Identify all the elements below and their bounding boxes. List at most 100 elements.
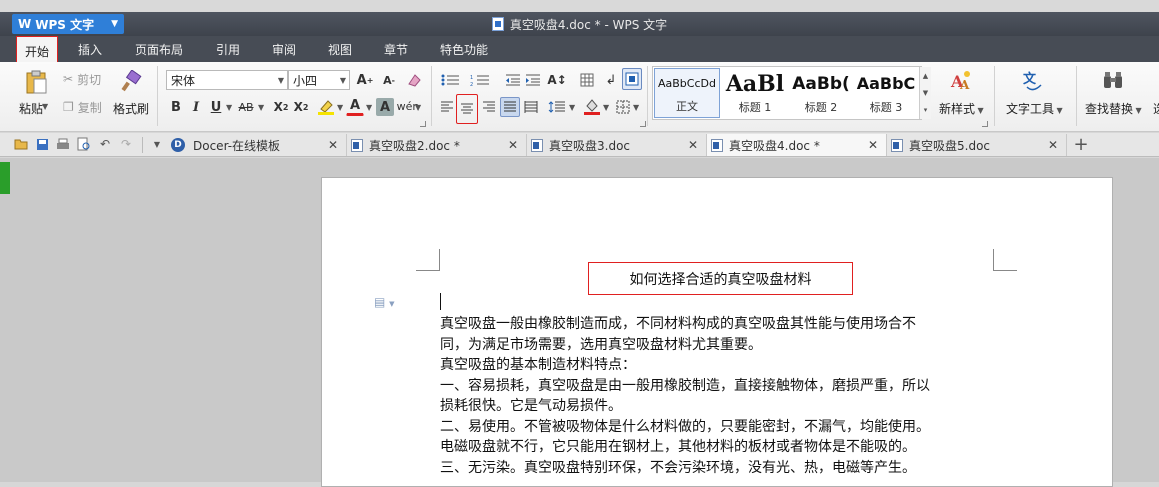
scissors-icon: ✂ xyxy=(63,72,74,86)
paragraph-dialog-launcher[interactable] xyxy=(640,121,646,127)
menu-review[interactable]: 审阅 xyxy=(272,36,296,62)
menu-special[interactable]: 特色功能 xyxy=(440,36,488,62)
chevron-down-icon[interactable]: ▼ xyxy=(633,103,639,112)
chevron-down-icon[interactable]: ▼ xyxy=(569,103,575,112)
paragraph-layout-icon[interactable]: ▤ ▼ xyxy=(374,295,395,309)
underline-icon[interactable]: U xyxy=(208,98,224,116)
paragraph-mark-icon[interactable]: ↲ xyxy=(602,70,620,90)
table-icon[interactable] xyxy=(578,70,596,90)
format-painter-button[interactable] xyxy=(118,68,144,94)
bullet-list-icon[interactable] xyxy=(438,70,462,90)
menu-view[interactable]: 视图 xyxy=(328,36,352,62)
cut-button[interactable]: ✂ 剪切 xyxy=(62,70,102,88)
clipboard-icon xyxy=(26,70,47,94)
font-dialog-launcher[interactable] xyxy=(420,121,426,127)
chevron-down-icon[interactable]: ▼ xyxy=(603,103,609,112)
print-preview-icon[interactable] xyxy=(77,137,91,151)
document-body[interactable]: 真空吸盘一般由橡胶制造而成，不同材料构成的真空吸盘其性能与使用场合不 同，为满足… xyxy=(440,314,1000,478)
highlight-icon[interactable] xyxy=(316,98,336,116)
text-tools-button[interactable]: 文字工具 ▼ xyxy=(1006,100,1063,117)
undo-icon[interactable]: ↶ xyxy=(98,137,112,151)
style-name: 标题 2 xyxy=(804,101,838,114)
subscript-icon[interactable]: X2 xyxy=(292,98,310,116)
chevron-down-icon[interactable]: ▼ xyxy=(150,137,164,151)
chevron-down-icon[interactable]: ▼ xyxy=(337,103,343,112)
select-button[interactable]: 选 xyxy=(1153,100,1159,117)
style-normal[interactable]: AaBbCcDd 正文 xyxy=(654,68,720,118)
tab-label: Docer-在线模板 xyxy=(193,138,281,153)
text-direction-icon[interactable]: A↕ xyxy=(546,70,568,90)
margin-corner-left xyxy=(416,249,440,271)
font-name-select[interactable]: 宋体 ▼ xyxy=(166,70,288,90)
new-style-icon[interactable]: AA xyxy=(948,68,974,94)
italic-icon[interactable]: I xyxy=(188,98,204,116)
tab-label: 真空吸盘3.doc xyxy=(549,138,631,153)
document-title[interactable]: 如何选择合适的真空吸盘材料 xyxy=(588,262,853,295)
tab-doc5[interactable]: 真空吸盘5.doc ✕ xyxy=(887,134,1067,156)
open-folder-icon[interactable] xyxy=(14,137,28,151)
chevron-down-icon[interactable]: ▼ xyxy=(415,103,421,112)
print-icon[interactable] xyxy=(56,137,70,151)
bold-icon[interactable]: B xyxy=(168,98,184,116)
paste-label: 粘贴 xyxy=(19,102,44,116)
align-center-icon[interactable] xyxy=(456,94,478,124)
divider xyxy=(142,137,143,153)
menu-chapter[interactable]: 章节 xyxy=(384,36,408,62)
tab-doc3[interactable]: 真空吸盘3.doc ✕ xyxy=(527,134,707,156)
increase-indent-icon[interactable] xyxy=(524,70,542,90)
line-spacing-icon[interactable] xyxy=(546,98,568,116)
close-icon[interactable]: ✕ xyxy=(868,138,878,152)
style-dialog-launcher[interactable] xyxy=(982,121,988,127)
clear-format-icon[interactable] xyxy=(404,70,424,90)
find-replace-button[interactable]: 查找替换 ▼ xyxy=(1085,100,1142,117)
chevron-down-icon[interactable]: ▼ xyxy=(258,103,264,112)
char-shading-icon[interactable]: A xyxy=(376,98,394,116)
chevron-down-icon[interactable]: ▼ xyxy=(42,102,48,111)
text-tools-icon[interactable]: 文 xyxy=(1020,68,1046,94)
font-color-icon[interactable]: A xyxy=(346,96,364,116)
close-icon[interactable]: ✕ xyxy=(688,138,698,152)
strikethrough-icon[interactable]: AB xyxy=(236,98,256,116)
chevron-down-icon[interactable]: ▼ xyxy=(226,103,232,112)
style-heading-1[interactable]: AaBl 标题 1 xyxy=(722,68,788,118)
style-heading-2[interactable]: AaBb( 标题 2 xyxy=(788,68,854,118)
menu-references[interactable]: 引用 xyxy=(216,36,240,62)
distribute-icon[interactable] xyxy=(522,98,540,116)
numbered-list-icon[interactable]: 12 xyxy=(468,70,492,90)
align-right-icon[interactable] xyxy=(480,98,498,116)
grow-font-icon[interactable]: A + xyxy=(356,70,374,90)
decrease-indent-icon[interactable] xyxy=(504,70,522,90)
divider xyxy=(647,66,648,126)
style-gallery-scroll[interactable]: ▲ ▼ ▾ xyxy=(919,67,931,119)
chevron-down-icon[interactable]: ▼ xyxy=(366,103,372,112)
brush-icon xyxy=(121,70,142,92)
tab-docer[interactable]: D Docer-在线模板 ✕ xyxy=(167,134,347,156)
copy-button[interactable]: ❐ 复制 xyxy=(62,98,103,116)
tab-doc2[interactable]: 真空吸盘2.doc * ✕ xyxy=(347,134,527,156)
menu-insert[interactable]: 插入 xyxy=(78,36,102,62)
superscript-icon[interactable]: X2 xyxy=(272,98,290,116)
shading-icon[interactable] xyxy=(582,96,602,116)
font-size-select[interactable]: 小四 ▼ xyxy=(288,70,350,90)
binoculars-icon[interactable] xyxy=(1100,68,1126,94)
border-icon[interactable] xyxy=(614,98,632,116)
close-icon[interactable]: ✕ xyxy=(508,138,518,152)
close-icon[interactable]: ✕ xyxy=(328,138,338,152)
save-icon[interactable] xyxy=(35,137,49,151)
shrink-font-icon[interactable]: A- xyxy=(380,70,398,90)
show-hide-icon[interactable] xyxy=(622,68,642,90)
close-icon[interactable]: ✕ xyxy=(1048,138,1058,152)
align-left-icon[interactable] xyxy=(438,98,456,116)
justify-icon[interactable] xyxy=(500,97,520,117)
style-heading-3[interactable]: AaBbC 标题 3 xyxy=(854,68,918,118)
new-tab-icon[interactable]: + xyxy=(1072,134,1090,155)
menu-page-layout[interactable]: 页面布局 xyxy=(135,36,183,62)
tab-doc4[interactable]: 真空吸盘4.doc * ✕ xyxy=(707,134,887,156)
word-doc-icon xyxy=(351,138,363,152)
chevron-up-icon: ▲ xyxy=(922,71,929,80)
paste-button[interactable] xyxy=(22,68,50,96)
redo-icon[interactable]: ↷ xyxy=(119,137,133,151)
new-style-button[interactable]: 新样式 ▼ xyxy=(939,100,984,117)
select-label: 选 xyxy=(1153,102,1159,116)
copy-icon: ❐ xyxy=(63,100,74,114)
